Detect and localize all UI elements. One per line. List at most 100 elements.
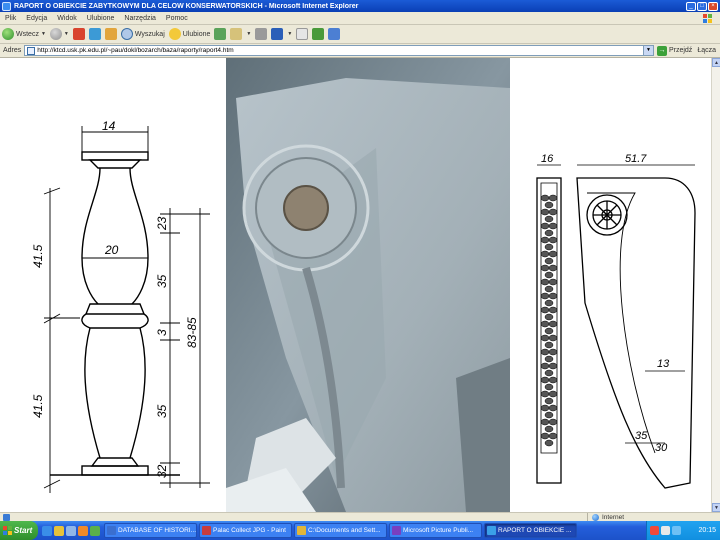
window-title-bar: RAPORT O OBIEKCIE ZABYTKOWYM DLA CELÓW K…: [0, 0, 720, 12]
back-button[interactable]: Wstecz ▼: [2, 28, 46, 40]
task-picture-publisher[interactable]: Microsoft Picture Publi...: [389, 523, 482, 538]
favorites-button[interactable]: Ulubione: [168, 28, 211, 40]
search-button[interactable]: Wyszukaj: [120, 28, 165, 40]
toolbar: Wstecz ▼ ▼ Wyszukaj Ulubione ▼ ▼: [0, 25, 720, 44]
task-label: Microsoft Picture Publi...: [403, 527, 474, 534]
baluster-dim-1: 23: [155, 216, 169, 231]
back-arrow-icon: [2, 28, 14, 40]
volume-icon[interactable]: [672, 526, 681, 535]
mail-icon[interactable]: [230, 28, 243, 40]
clock[interactable]: 20:15: [698, 527, 716, 534]
research-icon[interactable]: [328, 28, 341, 40]
baluster-total-height: 83-85: [185, 317, 199, 348]
panel-left-width: 16: [541, 153, 554, 165]
history-icon[interactable]: [214, 28, 227, 40]
close-button[interactable]: ×: [708, 1, 718, 11]
quick-launch: [42, 525, 100, 536]
forward-arrow-icon: [49, 28, 62, 40]
chevron-down-icon[interactable]: ▼: [287, 31, 292, 37]
baluster-lower-height: 41.5: [31, 394, 45, 418]
favorites-label: Ulubione: [182, 30, 211, 38]
task-label: C:\Documents and Sett...: [308, 527, 381, 534]
search-icon: [120, 28, 133, 40]
vertical-scrollbar[interactable]: ▲ ▼: [711, 58, 720, 512]
forward-button[interactable]: ▼: [49, 28, 69, 40]
panel-dim-a: 35: [635, 430, 648, 442]
refresh-icon[interactable]: [88, 28, 101, 40]
folder-icon: [297, 526, 306, 535]
menu-edit[interactable]: Edycja: [26, 15, 47, 22]
chevron-down-icon[interactable]: ▼: [41, 31, 46, 37]
stop-icon[interactable]: [72, 28, 85, 40]
mediaplayer-quicklaunch-icon[interactable]: [78, 525, 88, 536]
panel-depth: 13: [657, 358, 670, 370]
baluster-top-width: 14: [102, 119, 116, 133]
page-content: 14 20 41.5 41.5 23 35 3 35 32 83-85 16 5…: [0, 58, 711, 512]
panel-drawing: 16 51.7 13 35 30: [536, 153, 696, 489]
address-input[interactable]: http://ktcd.usk.pk.edu.pl/~pau/dokl/boza…: [24, 45, 654, 56]
address-bar: Adres http://ktcd.usk.pk.edu.pl/~pau/dok…: [0, 44, 720, 58]
task-raport[interactable]: RAPORT O OBIEKCIE ...: [484, 523, 577, 538]
links-button[interactable]: Łącza: [697, 47, 716, 54]
task-database[interactable]: DATABASE OF HISTORI...: [104, 523, 197, 538]
task-label: Palac Collect JPG - Paint: [213, 527, 286, 534]
ie-quicklaunch-icon[interactable]: [42, 525, 52, 536]
start-button[interactable]: Start: [0, 521, 38, 540]
print-icon[interactable]: [255, 28, 268, 40]
baluster-drawing: 14 20 41.5 41.5 23 35 3 35 32 83-85: [31, 119, 210, 493]
windows-logo-icon: [698, 13, 716, 24]
system-tray: 20:15: [646, 521, 720, 540]
scroll-down-icon[interactable]: ▼: [712, 503, 720, 512]
task-label: RAPORT O OBIEKCIE ...: [498, 527, 572, 534]
window-title: RAPORT O OBIEKCIE ZABYTKOWYM DLA CELÓW K…: [14, 2, 359, 10]
network-icon[interactable]: [650, 526, 659, 535]
desktop-quicklaunch-icon[interactable]: [66, 525, 76, 536]
start-label: Start: [14, 526, 33, 535]
address-url[interactable]: http://ktcd.usk.pk.edu.pl/~pau/dokl/boza…: [37, 47, 641, 54]
word-icon[interactable]: [271, 28, 284, 40]
windows-flag-icon: [3, 526, 12, 535]
baluster-upper-height: 41.5: [31, 244, 45, 268]
globe-icon: [592, 514, 599, 521]
menu-tools[interactable]: Narzędzia: [124, 15, 156, 22]
taskbar: Start DATABASE OF HISTORI... Palac Colle…: [0, 521, 720, 540]
messenger-icon[interactable]: [312, 28, 325, 40]
picture-icon: [392, 526, 401, 535]
baluster-mid-width: 20: [104, 243, 119, 257]
scroll-up-icon[interactable]: ▲: [712, 58, 720, 67]
address-label: Adres: [3, 47, 22, 54]
go-label: Przejdź: [668, 47, 693, 54]
menu-bar: Plik Edycja Widok Ulubione Narzędzia Pom…: [0, 12, 720, 25]
chevron-down-icon[interactable]: ▼: [246, 31, 251, 37]
menu-file[interactable]: Plik: [5, 15, 16, 22]
home-icon[interactable]: [104, 28, 117, 40]
task-folder[interactable]: C:\Documents and Sett...: [294, 523, 387, 538]
menu-help[interactable]: Pomoc: [166, 15, 188, 22]
task-paint[interactable]: Palac Collect JPG - Paint: [199, 523, 292, 538]
window-icon: [107, 526, 116, 535]
stone-relief-photo: [226, 58, 510, 512]
baluster-dim-2: 35: [155, 274, 169, 288]
baluster-dim-5: 32: [155, 464, 169, 478]
menu-favorites[interactable]: Ulubione: [87, 15, 115, 22]
star-icon: [168, 28, 181, 40]
task-label: DATABASE OF HISTORI...: [118, 527, 197, 534]
panel-dim-b: 30: [655, 442, 668, 454]
go-arrow-icon: →: [656, 45, 667, 56]
explorer-quicklaunch-icon[interactable]: [90, 525, 100, 536]
minimize-button[interactable]: _: [686, 1, 696, 11]
antivirus-icon[interactable]: [661, 526, 670, 535]
go-button[interactable]: → Przejdź: [656, 45, 693, 56]
menu-view[interactable]: Widok: [57, 15, 76, 22]
back-label: Wstecz: [16, 30, 39, 38]
chevron-down-icon[interactable]: ▼: [64, 31, 69, 37]
outlook-quicklaunch-icon[interactable]: [54, 525, 64, 536]
ie-app-icon: [2, 1, 11, 11]
chevron-down-icon[interactable]: ▼: [642, 46, 653, 55]
discuss-icon[interactable]: [296, 28, 309, 40]
maximize-button[interactable]: □: [697, 1, 707, 11]
ie-icon: [487, 526, 496, 535]
search-label: Wyszukaj: [134, 30, 165, 38]
status-bar: Internet: [0, 512, 720, 522]
paint-icon: [202, 526, 211, 535]
